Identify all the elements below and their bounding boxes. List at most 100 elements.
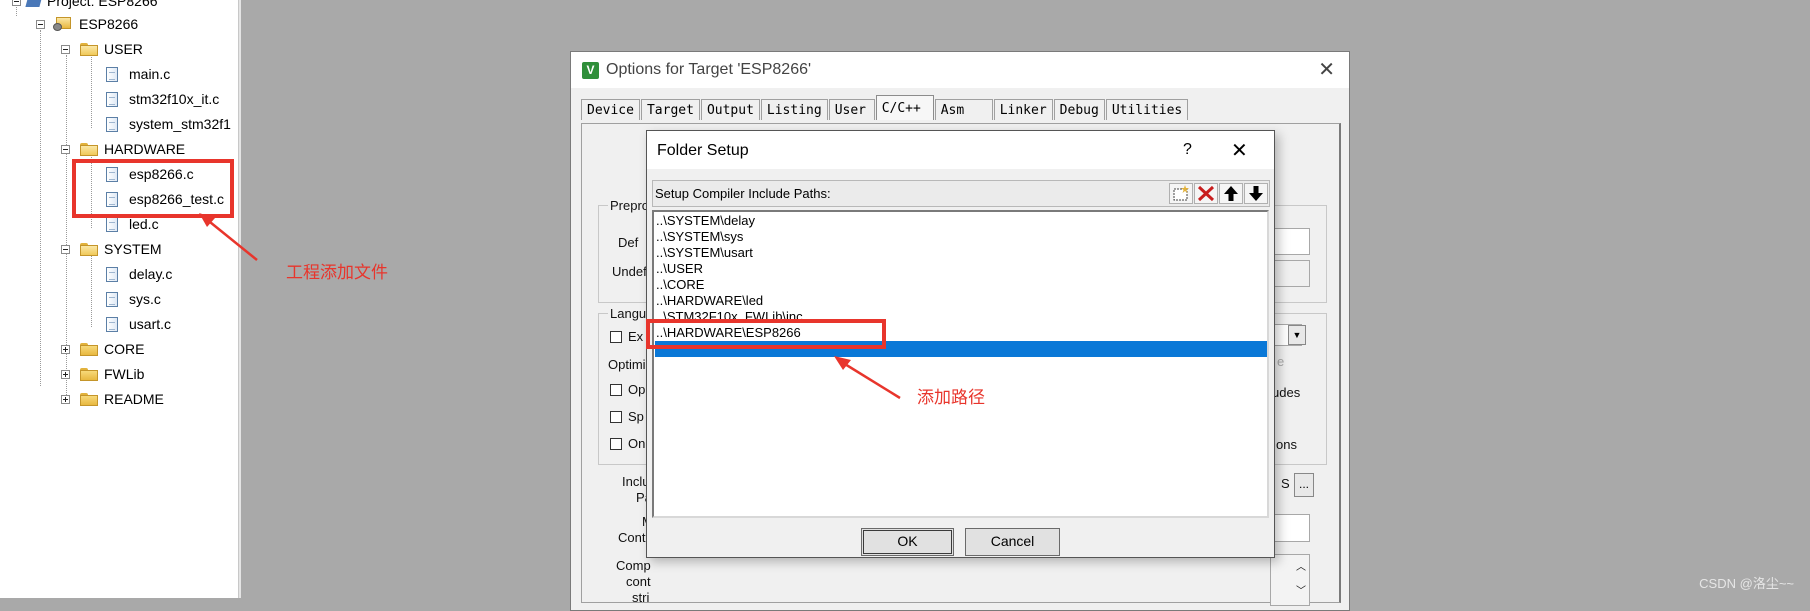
expand-icon[interactable]: [61, 394, 70, 404]
path-item[interactable]: ..\HARDWARE\led: [656, 293, 763, 309]
move-up-button[interactable]: [1219, 183, 1243, 204]
ok-button[interactable]: OK: [861, 528, 954, 556]
include-paths-list[interactable]: ..\SYSTEM\delay ..\SYSTEM\sys ..\SYSTEM\…: [652, 210, 1269, 518]
tab-utilities[interactable]: Utilities: [1105, 99, 1189, 120]
move-down-icon: [1249, 186, 1263, 201]
path-item[interactable]: ..\SYSTEM\sys: [656, 229, 743, 245]
browse-include-button[interactable]: ...: [1294, 473, 1314, 497]
collapse-icon[interactable]: [12, 0, 21, 6]
delete-path-button[interactable]: [1194, 183, 1218, 204]
path-annotation-text: 添加路径: [917, 388, 985, 407]
tree-target-row[interactable]: ESP8266: [36, 13, 138, 35]
collapse-icon[interactable]: [61, 44, 70, 54]
s-fragment: S: [1281, 476, 1290, 491]
split-checkbox[interactable]: [610, 411, 622, 423]
folder-icon: [80, 367, 98, 381]
tab-listing[interactable]: Listing: [760, 99, 828, 120]
path-item[interactable]: ..\SYSTEM\usart: [656, 245, 753, 261]
tab-debug[interactable]: Debug: [1053, 99, 1105, 120]
optimize-checkbox[interactable]: [610, 384, 622, 396]
group-label: FWLib: [104, 366, 145, 382]
scroll-down-icon[interactable]: ﹀: [1296, 582, 1306, 597]
tree-group-readme[interactable]: README: [61, 388, 164, 410]
scroll-up-icon[interactable]: ︿: [1296, 558, 1306, 573]
path-item[interactable]: ..\CORE: [656, 277, 704, 293]
tree-file-row[interactable]: main.c: [106, 63, 170, 85]
group-label: USER: [104, 41, 143, 57]
project-icon: [25, 0, 43, 7]
path-annotation-arrow: [834, 356, 901, 400]
tree-group-system[interactable]: SYSTEM: [61, 238, 162, 260]
folder-icon: [80, 342, 98, 356]
c-file-icon: [106, 266, 118, 282]
tree-file-row[interactable]: sys.c: [106, 288, 161, 310]
chevron-down-icon[interactable]: ▼: [1288, 325, 1306, 345]
tab-device[interactable]: Device: [581, 99, 640, 120]
target-label: ESP8266: [79, 16, 139, 32]
file-label: usart.c: [129, 316, 172, 332]
options-close-icon[interactable]: ✕: [1318, 57, 1335, 82]
tab-target[interactable]: Target: [640, 99, 700, 120]
split-label: Sp: [628, 409, 644, 424]
tab-asm[interactable]: Asm: [934, 99, 993, 120]
tree-connector: [91, 255, 92, 327]
c-file-icon: [106, 91, 118, 107]
tree-group-core[interactable]: CORE: [61, 338, 144, 360]
group-label: SYSTEM: [104, 241, 162, 257]
help-icon[interactable]: ?: [1183, 141, 1192, 159]
c-file-icon: [106, 66, 118, 82]
collapse-icon[interactable]: [36, 19, 45, 29]
options-titlebar[interactable]: V Options for Target 'ESP8266' ✕: [571, 52, 1349, 88]
execute-only-checkbox[interactable]: [610, 331, 622, 343]
move-down-button[interactable]: [1244, 183, 1268, 204]
collapse-icon[interactable]: [61, 244, 70, 254]
folder-setup-titlebar[interactable]: Folder Setup ? ✕: [647, 131, 1274, 169]
define-label: Def: [618, 235, 639, 250]
tree-group-fwlib[interactable]: FWLib: [61, 363, 144, 385]
new-folder-icon: [1173, 185, 1189, 201]
delete-icon: [1197, 185, 1215, 202]
tree-file-row[interactable]: system_stm32f1: [106, 113, 231, 135]
path-item[interactable]: ..\USER: [656, 261, 703, 277]
language-label: Langu: [608, 306, 649, 321]
undefine-field[interactable]: [1270, 260, 1310, 287]
tree-connector: [40, 30, 41, 386]
tab-c-cpp[interactable]: C/C++: [875, 95, 934, 120]
include-paths-header: Setup Compiler Include Paths:: [652, 180, 1270, 207]
tree-file-row[interactable]: stm32f10x_it.c: [106, 88, 219, 110]
misc-controls-field[interactable]: [1270, 514, 1310, 542]
tab-linker[interactable]: Linker: [993, 99, 1053, 120]
expand-icon[interactable]: [61, 369, 70, 379]
optimize-label: Op: [628, 382, 646, 397]
files-annotation-arrow: [199, 213, 258, 261]
tab-output[interactable]: Output: [700, 99, 760, 120]
new-folder-button[interactable]: [1169, 183, 1193, 204]
folder-open-icon: [80, 242, 98, 256]
folder-setup-title: Folder Setup: [657, 142, 749, 159]
files-annotation-text: 工程添加文件: [286, 263, 388, 282]
folder-open-icon: [80, 42, 98, 56]
file-label: system_stm32f1: [129, 116, 231, 132]
tree-file-row[interactable]: delay.c: [106, 263, 172, 285]
path-item[interactable]: ..\SYSTEM\delay: [656, 213, 755, 229]
tab-user[interactable]: User: [828, 99, 875, 120]
tree-group-hardware[interactable]: HARDWARE: [61, 138, 185, 160]
close-icon[interactable]: ✕: [1231, 138, 1248, 163]
undefine-label: Undef: [612, 264, 647, 279]
expand-icon[interactable]: [61, 344, 70, 354]
group-label: README: [104, 391, 164, 407]
group-label: CORE: [104, 341, 145, 357]
file-label: delay.c: [129, 266, 173, 282]
tree-file-row[interactable]: usart.c: [106, 313, 171, 335]
tree-project-row[interactable]: Project: ESP8266: [12, 0, 158, 12]
tree-group-user[interactable]: USER: [61, 38, 143, 60]
collapse-icon[interactable]: [61, 144, 70, 154]
compiler-control-label-2: cont: [626, 574, 651, 589]
one-elf-checkbox[interactable]: [610, 438, 622, 450]
c-file-icon: [106, 116, 118, 132]
file-label: led.c: [129, 216, 159, 232]
define-field[interactable]: [1270, 228, 1310, 255]
c-file-icon: [106, 291, 118, 307]
c-file-icon: [106, 216, 118, 232]
cancel-button[interactable]: Cancel: [965, 528, 1060, 556]
